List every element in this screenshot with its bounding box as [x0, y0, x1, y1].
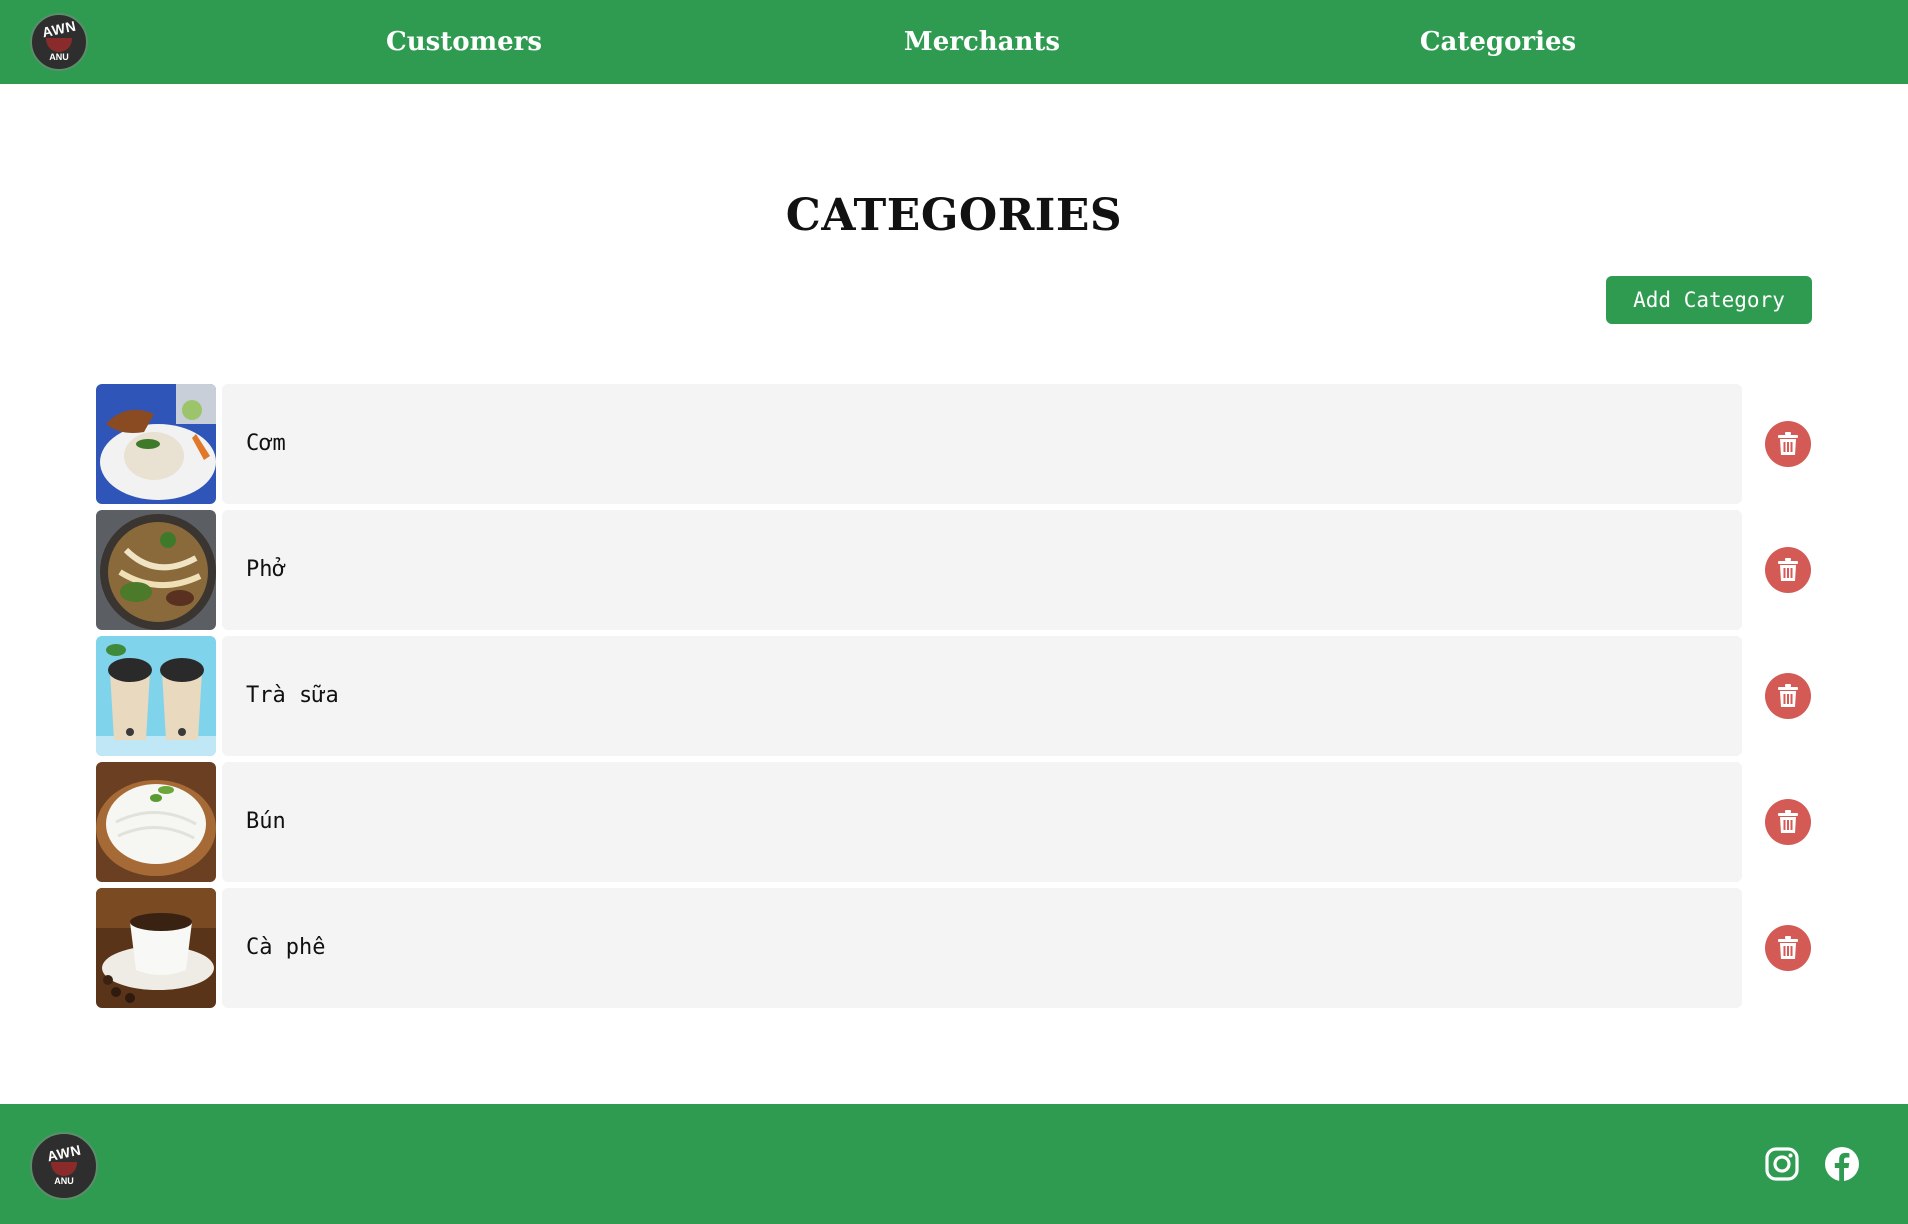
category-name: Cơm	[246, 431, 286, 456]
delete-category-button[interactable]	[1765, 799, 1811, 845]
category-thumbnail	[96, 636, 216, 756]
trash-icon	[1778, 810, 1798, 833]
logo-text-top: AWN	[45, 1141, 83, 1165]
facebook-icon[interactable]	[1824, 1146, 1860, 1182]
logo-mascot-icon	[51, 1162, 77, 1176]
logo-mascot-icon	[46, 38, 72, 52]
category-thumbnail	[96, 888, 216, 1008]
delete-category-button[interactable]	[1765, 925, 1811, 971]
category-name: Phở	[246, 557, 286, 582]
brand-logo[interactable]: AWN ANU	[30, 13, 88, 71]
footer-logo[interactable]: AWN ANU	[30, 1132, 98, 1200]
category-row: Phở	[96, 510, 1812, 630]
category-name-field[interactable]: Phở	[222, 510, 1742, 630]
category-name: Cà phê	[246, 935, 326, 960]
nav-link-categories[interactable]: Categories	[1368, 20, 1628, 64]
logo-text-bottom: ANU	[54, 1176, 74, 1186]
category-thumbnail	[96, 510, 216, 630]
category-thumbnail	[96, 762, 216, 882]
delete-category-button[interactable]	[1765, 547, 1811, 593]
category-row: Cà phê	[96, 888, 1812, 1008]
footer: AWN ANU	[0, 1104, 1908, 1224]
category-name: Trà sữa	[246, 683, 339, 708]
category-row: Trà sữa	[96, 636, 1812, 756]
nav-link-customers[interactable]: Customers	[334, 20, 594, 64]
category-name: Bún	[246, 809, 286, 834]
delete-category-button[interactable]	[1765, 673, 1811, 719]
category-name-field[interactable]: Cà phê	[222, 888, 1742, 1008]
trash-icon	[1778, 936, 1798, 959]
trash-icon	[1778, 432, 1798, 455]
trash-icon	[1778, 684, 1798, 707]
page-title: CATEGORIES	[785, 190, 1123, 241]
instagram-icon[interactable]	[1764, 1146, 1800, 1182]
category-row: Bún	[96, 762, 1812, 882]
category-row: Cơm	[96, 384, 1812, 504]
category-thumbnail	[96, 384, 216, 504]
add-category-button[interactable]: Add Category	[1606, 276, 1812, 324]
logo-text-bottom: ANU	[49, 52, 69, 62]
category-name-field[interactable]: Bún	[222, 762, 1742, 882]
category-name-field[interactable]: Cơm	[222, 384, 1742, 504]
nav-link-merchants[interactable]: Merchants	[852, 20, 1112, 64]
top-navbar: AWN ANU Customers Merchants Categories	[0, 0, 1908, 84]
logo-text-top: AWN	[40, 17, 78, 41]
trash-icon	[1778, 558, 1798, 581]
category-name-field[interactable]: Trà sữa	[222, 636, 1742, 756]
delete-category-button[interactable]	[1765, 421, 1811, 467]
